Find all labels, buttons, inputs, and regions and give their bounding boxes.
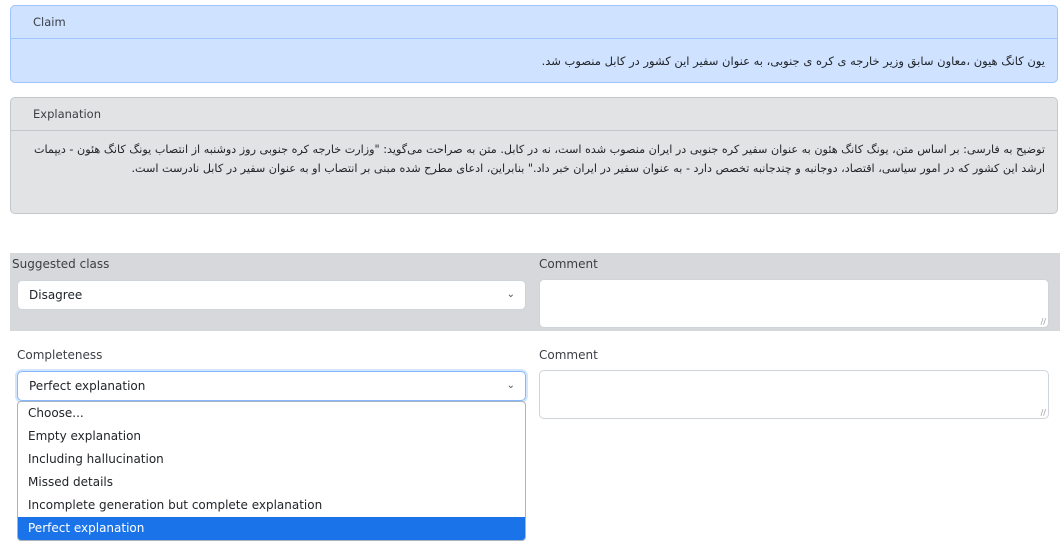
chevron-down-icon: ⌄ — [506, 289, 515, 300]
claim-card: Claim یون کانگ هیون ،معاون سابق وزیر خار… — [10, 5, 1058, 83]
dropdown-option[interactable]: Choose... — [18, 402, 525, 425]
claim-header: Claim — [11, 6, 1057, 39]
dropdown-option[interactable]: Incomplete generation but complete expla… — [18, 494, 525, 517]
resize-grip-icon[interactable]: ∕∕ — [1041, 317, 1046, 326]
explanation-header: Explanation — [11, 98, 1057, 131]
completeness-label: Completeness — [17, 348, 103, 362]
explanation-card: Explanation توضیح به فارسی: بر اساس متن،… — [10, 97, 1058, 214]
chevron-down-icon: ⌄ — [506, 380, 515, 391]
completeness-select[interactable]: Perfect explanation ⌄ — [17, 371, 526, 401]
completeness-comment-label: Comment — [539, 348, 598, 362]
completeness-comment-input[interactable]: ∕∕ — [539, 370, 1049, 419]
suggested-class-select[interactable]: Disagree ⌄ — [17, 280, 526, 310]
suggested-class-label: Suggested class — [12, 257, 110, 271]
dropdown-option-selected[interactable]: Perfect explanation — [18, 517, 525, 540]
completeness-dropdown-list: Choose... Empty explanation Including ha… — [17, 401, 526, 541]
claim-text: یون کانگ هیون ،معاون سابق وزیر خارجه ی ک… — [541, 54, 1045, 68]
suggested-class-comment-label: Comment — [539, 257, 598, 271]
resize-grip-icon[interactable]: ∕∕ — [1041, 408, 1046, 417]
dropdown-option[interactable]: Including hallucination — [18, 448, 525, 471]
completeness-value: Perfect explanation — [29, 379, 146, 393]
dropdown-option[interactable]: Empty explanation — [18, 425, 525, 448]
suggested-class-comment-input[interactable]: ∕∕ — [539, 279, 1049, 328]
explanation-text: توضیح به فارسی: بر اساس متن، یونگ کانگ ه… — [33, 143, 1045, 175]
dropdown-option[interactable]: Missed details — [18, 471, 525, 494]
suggested-class-value: Disagree — [29, 288, 83, 302]
